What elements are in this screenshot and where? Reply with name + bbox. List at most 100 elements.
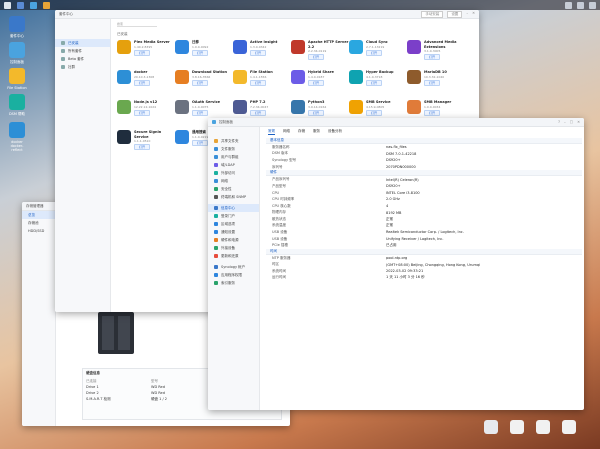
package-card[interactable]: Node.js v12 12.22.12-1024 打开 bbox=[117, 100, 175, 130]
cp-sidebar-item[interactable]: 网络 bbox=[208, 177, 259, 185]
info-value: INTEL Core i3-8100 bbox=[386, 190, 420, 195]
cp-sidebar-item[interactable]: 通知设置 bbox=[208, 228, 259, 236]
dock-tool-icon[interactable] bbox=[510, 420, 524, 434]
open-button[interactable]: 打开 bbox=[192, 109, 209, 116]
package-center-taskbar-icon[interactable] bbox=[17, 1, 24, 9]
cp-sidebar-item[interactable]: 共享文件夹 bbox=[208, 137, 259, 145]
open-button[interactable]: 打开 bbox=[250, 49, 267, 56]
open-button[interactable]: 打开 bbox=[424, 54, 441, 60]
open-button[interactable]: 打开 bbox=[192, 139, 209, 146]
package-version: 1.40.2.8395 bbox=[134, 44, 153, 49]
cp-sidebar-item[interactable]: Synology 帐户 bbox=[208, 263, 259, 271]
open-button[interactable]: 打开 bbox=[134, 79, 151, 86]
open-button[interactable]: 打开 bbox=[250, 109, 267, 116]
package-card[interactable]: Cloud Sync 2.7.1-13219 打开 bbox=[349, 40, 407, 70]
package-icon bbox=[117, 40, 131, 54]
cp-sidebar-item[interactable]: 登录门户 bbox=[208, 212, 259, 220]
cp-sidebar-item[interactable]: 文件服务 bbox=[208, 145, 259, 153]
cp-tab[interactable]: 服务 bbox=[313, 129, 320, 135]
open-button[interactable]: 打开 bbox=[308, 79, 325, 86]
cp-sidebar-item[interactable]: 应用程序权限 bbox=[208, 271, 259, 279]
open-button[interactable]: 打开 bbox=[308, 54, 325, 60]
storage-taskbar-icon[interactable] bbox=[43, 1, 50, 9]
minimize-icon[interactable]: – bbox=[564, 120, 566, 124]
package-card[interactable]: File Station 1.4.1-1556 打开 bbox=[233, 70, 291, 100]
sidebar-item-installed[interactable]: 已安装 bbox=[55, 39, 110, 47]
open-button[interactable]: 打开 bbox=[424, 79, 441, 86]
open-button[interactable]: 打开 bbox=[366, 79, 383, 86]
dock-cube-icon[interactable] bbox=[484, 420, 498, 434]
package-card[interactable]: Hybrid Share 1.4.0-0187 打开 bbox=[291, 70, 349, 100]
cp-sidebar-item[interactable]: 区域选项 bbox=[208, 220, 259, 228]
cp-tab[interactable]: 设备分析 bbox=[328, 129, 342, 135]
minimize-icon[interactable]: – bbox=[466, 11, 468, 18]
package-card[interactable]: MariaDB 10 10.3.32-1040 打开 bbox=[407, 70, 465, 100]
package-card[interactable]: 迁移 1.0.0-0092 打开 bbox=[175, 40, 233, 70]
close-icon[interactable]: ✕ bbox=[472, 11, 475, 18]
cp-sidebar-item[interactable]: 更新和还原 bbox=[208, 252, 259, 260]
open-button[interactable]: 打开 bbox=[192, 79, 209, 86]
control-panel-window[interactable]: 控制面板 ? – □ ✕ 共享文件夹 文件服务 用户与群组 域/LDAP 外部访问 网络 安全性终… bbox=[208, 118, 584, 410]
cp-sidebar-item[interactable]: 用户与群组 bbox=[208, 153, 259, 161]
package-search-input[interactable]: 搜索 bbox=[117, 22, 157, 27]
info-value: Unifying Receiver / Logitech, Inc. bbox=[386, 237, 444, 242]
all-packages-icon bbox=[61, 49, 65, 53]
cp-sidebar-item[interactable]: 终端机和 SNMP bbox=[208, 193, 259, 201]
desktop-icon[interactable]: File Station bbox=[6, 68, 28, 90]
cp-sidebar-item[interactable]: 外接设备 bbox=[208, 244, 259, 252]
cp-sidebar-item[interactable]: 外部访问 bbox=[208, 169, 259, 177]
open-button[interactable]: 打开 bbox=[366, 49, 383, 56]
storage-side-overview[interactable]: 总览 bbox=[22, 211, 55, 219]
open-button[interactable]: 打开 bbox=[192, 49, 209, 56]
package-card[interactable]: Active Insight 1.3.0-0342 打开 bbox=[233, 40, 291, 70]
desktop-icon[interactable]: 套件中心 bbox=[6, 16, 28, 39]
cp-tab[interactable]: 网络 bbox=[283, 129, 290, 135]
cp-item-icon bbox=[214, 195, 218, 199]
help-icon[interactable]: ? bbox=[558, 120, 560, 124]
open-button[interactable]: 打开 bbox=[424, 109, 441, 116]
cp-sidebar-item[interactable]: 信息中心 bbox=[208, 204, 259, 212]
cp-tab[interactable]: 存储 bbox=[298, 129, 305, 135]
cp-sidebar-item[interactable]: 域/LDAP bbox=[208, 161, 259, 169]
package-card[interactable]: docker 20.10.3-1308 打开 bbox=[117, 70, 175, 100]
main-menu-icon[interactable] bbox=[4, 1, 11, 9]
open-button[interactable]: 打开 bbox=[366, 109, 383, 116]
package-card[interactable]: Advanced Media Extensions 3.1.0-3005 打开 bbox=[407, 40, 465, 70]
dock-cloud-icon[interactable] bbox=[562, 420, 576, 434]
sidebar-item-all[interactable]: 所有套件 bbox=[55, 47, 110, 55]
dock-clip-icon[interactable] bbox=[536, 420, 550, 434]
manual-install-button[interactable]: 手动安装 bbox=[421, 10, 444, 18]
sidebar-item-community[interactable]: 社群 bbox=[55, 63, 110, 71]
package-card[interactable]: Hyper Backup 4.1.0-3718 打开 bbox=[349, 70, 407, 100]
package-card[interactable]: Secure SignIn Service 1.1.1-0510 打开 bbox=[117, 130, 175, 160]
open-button[interactable]: 打开 bbox=[308, 109, 325, 116]
maximize-icon[interactable]: □ bbox=[570, 120, 573, 124]
open-button[interactable]: 打开 bbox=[250, 79, 267, 86]
open-button[interactable]: 打开 bbox=[134, 49, 151, 56]
user-icon[interactable] bbox=[565, 1, 572, 9]
cp-tab[interactable]: 常规 bbox=[268, 129, 275, 135]
notification-icon[interactable] bbox=[577, 1, 584, 9]
desktop-icon[interactable]: docker docker-reflect bbox=[6, 122, 28, 152]
cp-sidebar-item[interactable]: 索引服务 bbox=[208, 279, 259, 287]
storage-side-hdd[interactable]: HDD/SSD bbox=[22, 227, 55, 235]
close-icon[interactable]: ✕ bbox=[577, 120, 580, 124]
desktop-icon[interactable]: DSM 帮助 bbox=[6, 94, 28, 117]
package-version: 4.1.0-3718 bbox=[366, 74, 383, 79]
package-card[interactable]: Download Station 3.8.16-3566 打开 bbox=[175, 70, 233, 100]
package-card[interactable]: Apache HTTP Server 2.2 2.2.34-0119 打开 bbox=[291, 40, 349, 70]
control-panel-taskbar-icon[interactable] bbox=[30, 1, 37, 9]
package-version: 10.3.32-1040 bbox=[424, 74, 445, 79]
sidebar-item-beta[interactable]: Beta 套件 bbox=[55, 55, 110, 63]
search-icon[interactable] bbox=[589, 1, 596, 9]
cp-item-icon bbox=[214, 171, 218, 175]
storage-side-pool[interactable]: 存储池 bbox=[22, 219, 55, 227]
package-card[interactable]: Plex Media Server 1.40.2.8395 打开 bbox=[117, 40, 175, 70]
open-button[interactable]: 打开 bbox=[134, 109, 151, 116]
open-button[interactable]: 打开 bbox=[134, 144, 151, 150]
desktop-icon[interactable]: 控制面板 bbox=[6, 42, 28, 65]
cp-sidebar-item[interactable]: 硬件和电源 bbox=[208, 236, 259, 244]
cp-sidebar-item[interactable]: 安全性 bbox=[208, 185, 259, 193]
package-name: Apache HTTP Server 2.2 bbox=[308, 40, 349, 49]
settings-button[interactable]: 设置 bbox=[447, 10, 463, 18]
